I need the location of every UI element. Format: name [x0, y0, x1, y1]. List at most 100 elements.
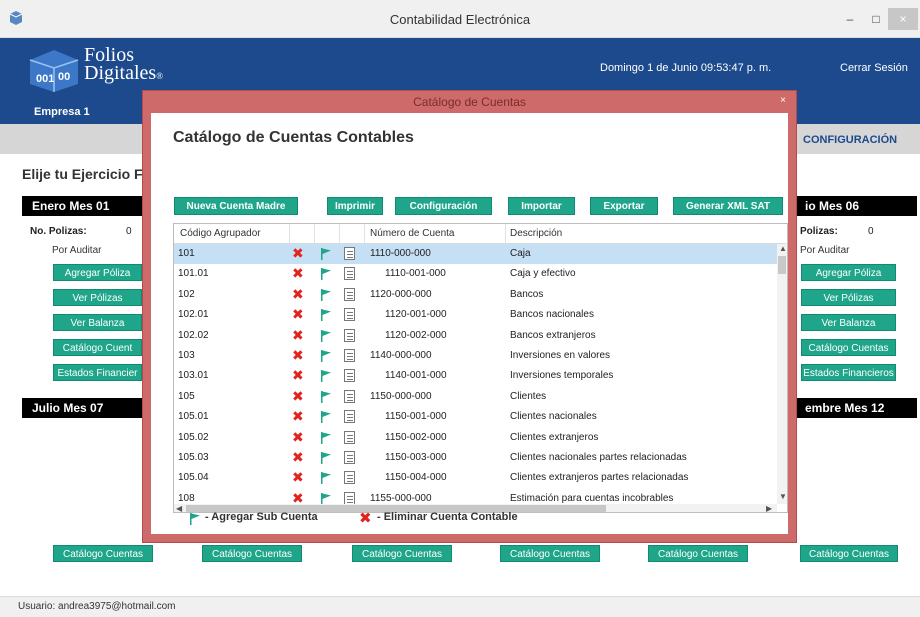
export-button[interactable]: Exportar: [590, 197, 658, 215]
delete-account-x-icon[interactable]: ✖: [292, 491, 304, 505]
nav-configuration[interactable]: CONFIGURACIÓN: [803, 134, 897, 146]
add-subaccount-flag-icon[interactable]: [320, 329, 332, 342]
delete-account-x-icon[interactable]: ✖: [292, 348, 304, 362]
delete-account-x-icon[interactable]: ✖: [292, 368, 304, 382]
maximize-button[interactable]: □: [862, 8, 890, 30]
account-number: 1150-001-000: [385, 411, 447, 423]
edit-account-document-icon[interactable]: [344, 389, 355, 403]
account-description: Bancos nacionales: [510, 309, 594, 321]
edit-account-document-icon[interactable]: [344, 328, 355, 342]
dialog-body: Catálogo de Cuentas Contables Nueva Cuen…: [151, 113, 788, 534]
edit-account-document-icon[interactable]: [344, 512, 355, 513]
add-subaccount-flag-icon[interactable]: [320, 411, 332, 424]
delete-account-x-icon[interactable]: ✖: [292, 389, 304, 403]
column-header-description[interactable]: Descripción: [510, 228, 562, 239]
account-catalog-button[interactable]: Catálogo Cuentas: [648, 545, 748, 562]
edit-account-document-icon[interactable]: [344, 369, 355, 383]
accounts-table: Código Agrupador Número de Cuenta Descri…: [173, 223, 788, 513]
account-catalog-button[interactable]: Catálogo Cuentas: [53, 545, 153, 562]
company-name: Empresa 1: [34, 106, 90, 118]
account-description: Clientes extranjeros: [510, 431, 599, 443]
window-titlebar: Contabilidad Electrónica – □ ×: [0, 0, 920, 38]
delete-account-x-icon[interactable]: ✖: [292, 328, 304, 342]
month-header-december: embre Mes 12: [797, 398, 917, 418]
edit-account-document-icon[interactable]: [344, 491, 355, 505]
edit-account-document-icon[interactable]: [344, 308, 355, 322]
delete-account-x-icon[interactable]: ✖: [292, 287, 304, 301]
delete-account-x-icon[interactable]: ✖: [292, 470, 304, 484]
column-header-code[interactable]: Código Agrupador: [180, 228, 261, 239]
add-subaccount-flag-icon[interactable]: [320, 268, 332, 281]
delete-account-x-icon[interactable]: ✖: [292, 307, 304, 321]
add-subaccount-flag-icon[interactable]: [320, 492, 332, 505]
add-subaccount-flag-icon[interactable]: [320, 390, 332, 403]
delete-account-x-icon[interactable]: ✖: [292, 450, 304, 464]
import-button[interactable]: Importar: [508, 197, 575, 215]
table-row[interactable]: 102.02 ✖ 1120-002-000 Bancos extranjeros: [174, 326, 777, 346]
dialog-close-button[interactable]: ×: [780, 95, 786, 106]
add-subaccount-flag-icon[interactable]: [320, 309, 332, 322]
add-subaccount-flag-icon[interactable]: [320, 248, 332, 260]
financial-statements-button[interactable]: Estados Financieros: [801, 364, 896, 381]
configuration-button[interactable]: Configuración: [395, 197, 492, 215]
account-catalog-button[interactable]: Catálogo Cuentas: [801, 339, 896, 356]
view-balance-button[interactable]: Ver Balanza: [801, 314, 896, 331]
account-number: 1140-001-000: [385, 370, 447, 382]
edit-account-document-icon[interactable]: [344, 349, 355, 362]
account-catalog-button[interactable]: Catálogo Cuentas: [202, 545, 302, 562]
table-row[interactable]: 105 ✖ 1150-000-000 Clientes: [174, 387, 777, 407]
account-catalog-button[interactable]: Catálogo Cuent: [53, 339, 142, 356]
table-row[interactable]: 103 ✖ 1140-000-000 Inversiones en valores: [174, 346, 777, 366]
delete-account-x-icon[interactable]: ✖: [292, 266, 304, 280]
column-header-number[interactable]: Número de Cuenta: [370, 228, 455, 239]
generate-xml-sat-button[interactable]: Generar XML SAT: [673, 197, 783, 215]
table-row[interactable]: 105.04 ✖ 1150-004-000 Clientes extranjeros …: [174, 468, 777, 488]
financial-statements-button[interactable]: Estados Financier: [53, 364, 142, 381]
logo-line-2: Digitales®: [84, 62, 164, 84]
account-number: 1150-002-000: [385, 431, 447, 443]
add-subaccount-flag-icon[interactable]: [320, 288, 332, 301]
edit-account-document-icon[interactable]: [344, 267, 355, 281]
edit-account-document-icon[interactable]: [344, 287, 355, 301]
edit-account-document-icon[interactable]: [344, 451, 355, 464]
table-row[interactable]: 101 ✖ 1110-000-000 Caja: [174, 244, 777, 265]
vertical-scrollbar[interactable]: ▲ ▼: [777, 244, 787, 504]
edit-account-document-icon[interactable]: [344, 430, 355, 444]
delete-account-x-icon[interactable]: ✖: [292, 246, 304, 260]
add-subaccount-flag-icon[interactable]: [320, 350, 332, 362]
delete-account-x-icon[interactable]: ✖: [292, 409, 304, 423]
view-polizas-button[interactable]: Ver Pólizas: [801, 289, 896, 306]
add-subaccount-flag-icon[interactable]: [320, 370, 332, 383]
table-row[interactable]: 103.01 ✖ 1140-001-000 Inversiones temporale…: [174, 366, 777, 386]
account-number: 1140-000-000: [370, 350, 432, 361]
edit-account-document-icon[interactable]: [344, 247, 355, 260]
add-poliza-button[interactable]: Agregar Póliza: [53, 264, 142, 281]
add-subaccount-flag-icon[interactable]: [320, 472, 332, 485]
new-parent-account-button[interactable]: Nueva Cuenta Madre: [174, 197, 298, 215]
table-row[interactable]: 105.03 ✖ 1150-003-000 Clientes nacionales p…: [174, 448, 777, 468]
view-balance-button[interactable]: Ver Balanza: [53, 314, 142, 331]
account-catalog-button[interactable]: Catálogo Cuentas: [352, 545, 452, 562]
minimize-button[interactable]: –: [836, 8, 864, 30]
table-row[interactable]: 105.02 ✖ 1150-002-000 Clientes extranjeros: [174, 428, 777, 448]
edit-account-document-icon[interactable]: [344, 410, 355, 424]
account-description: Clientes nacionales: [510, 411, 597, 423]
flag-icon: [190, 513, 200, 525]
table-row[interactable]: 102 ✖ 1120-000-000 Bancos: [174, 285, 777, 305]
table-row[interactable]: 101.01 ✖ 1110-001-000 Caja y efectivo: [174, 264, 777, 284]
legend-add-subaccount: - Agregar Sub Cuenta: [205, 511, 318, 523]
table-row[interactable]: 105.01 ✖ 1150-001-000 Clientes nacionales: [174, 407, 777, 427]
account-catalog-button[interactable]: Catálogo Cuentas: [800, 545, 898, 562]
view-polizas-button[interactable]: Ver Pólizas: [53, 289, 142, 306]
polizas-count-january: 0: [126, 226, 132, 237]
print-button[interactable]: Imprimir: [327, 197, 383, 215]
account-catalog-button[interactable]: Catálogo Cuentas: [500, 545, 600, 562]
edit-account-document-icon[interactable]: [344, 471, 355, 485]
close-window-button[interactable]: ×: [888, 8, 918, 30]
add-subaccount-flag-icon[interactable]: [320, 431, 332, 444]
add-poliza-button[interactable]: Agregar Póliza: [801, 264, 896, 281]
logout-link[interactable]: Cerrar Sesión: [840, 62, 908, 74]
delete-account-x-icon[interactable]: ✖: [292, 430, 304, 444]
table-row[interactable]: 102.01 ✖ 1120-001-000 Bancos nacionales: [174, 305, 777, 325]
add-subaccount-flag-icon[interactable]: [320, 452, 332, 464]
